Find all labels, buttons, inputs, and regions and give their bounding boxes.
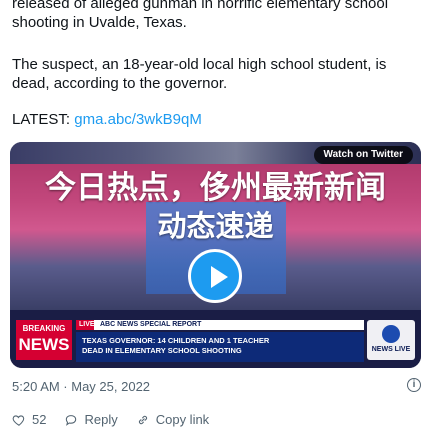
reply-label: Reply xyxy=(84,412,118,427)
overlay-caption-line2: 动态速递 xyxy=(157,211,274,243)
headline-line2: DEAD IN ELEMENTARY SCHOOL SHOOTING xyxy=(82,346,242,355)
tweet-text-latest: LATEST: gma.abc/3wkB9qM xyxy=(12,110,422,129)
tweet-timestamp[interactable]: 5:20 AM · May 25, 2022 xyxy=(12,379,150,394)
headline-line1: TEXAS GOVERNOR: 14 CHILDREN AND 1 TEACHE… xyxy=(82,336,270,345)
news-label: NEWS xyxy=(18,335,70,354)
copy-link-button[interactable]: Copy link xyxy=(136,412,209,427)
special-report-bar: ABC NEWS SPECIAL REPORT xyxy=(94,320,364,330)
network-logo: NEWS LIVE xyxy=(367,320,415,360)
copy-link-label: Copy link xyxy=(155,412,210,427)
article-link[interactable]: gma.abc/3wkB9qM xyxy=(74,111,202,128)
info-icon[interactable]: i xyxy=(407,378,421,392)
play-icon[interactable] xyxy=(188,249,242,303)
breaking-label: BREAKING xyxy=(22,324,66,333)
network-logo-icon xyxy=(382,325,400,343)
like-button[interactable]: 52 xyxy=(12,412,46,427)
breaking-news-badge: BREAKING NEWS xyxy=(16,320,72,360)
latest-prefix: LATEST: xyxy=(12,111,75,128)
tweet-actions: 52 Reply Copy link xyxy=(12,412,209,427)
news-headline: TEXAS GOVERNOR: 14 CHILDREN AND 1 TEACHE… xyxy=(76,332,364,362)
tweet-text-line1: released of alleged gunman in horrific e… xyxy=(12,0,389,31)
tweet-text-line2: The suspect, an 18-year-old local high s… xyxy=(12,56,387,92)
link-icon xyxy=(138,415,147,424)
network-label: NEWS LIVE xyxy=(371,346,411,353)
video-media[interactable]: Watch on Twitter 今日热点，侈州最新新闻 动态速递 BREAKI… xyxy=(10,142,421,368)
reply-icon xyxy=(66,414,77,426)
heart-icon xyxy=(12,414,25,426)
reply-button[interactable]: Reply xyxy=(64,412,118,427)
overlay-caption-line1: 今日热点，侈州最新新闻 xyxy=(45,170,386,205)
like-count: 52 xyxy=(32,412,47,427)
news-lower-third: BREAKING NEWS LIVE ABC NEWS SPECIAL REPO… xyxy=(10,310,421,368)
watch-on-twitter-button[interactable]: Watch on Twitter xyxy=(313,146,413,164)
